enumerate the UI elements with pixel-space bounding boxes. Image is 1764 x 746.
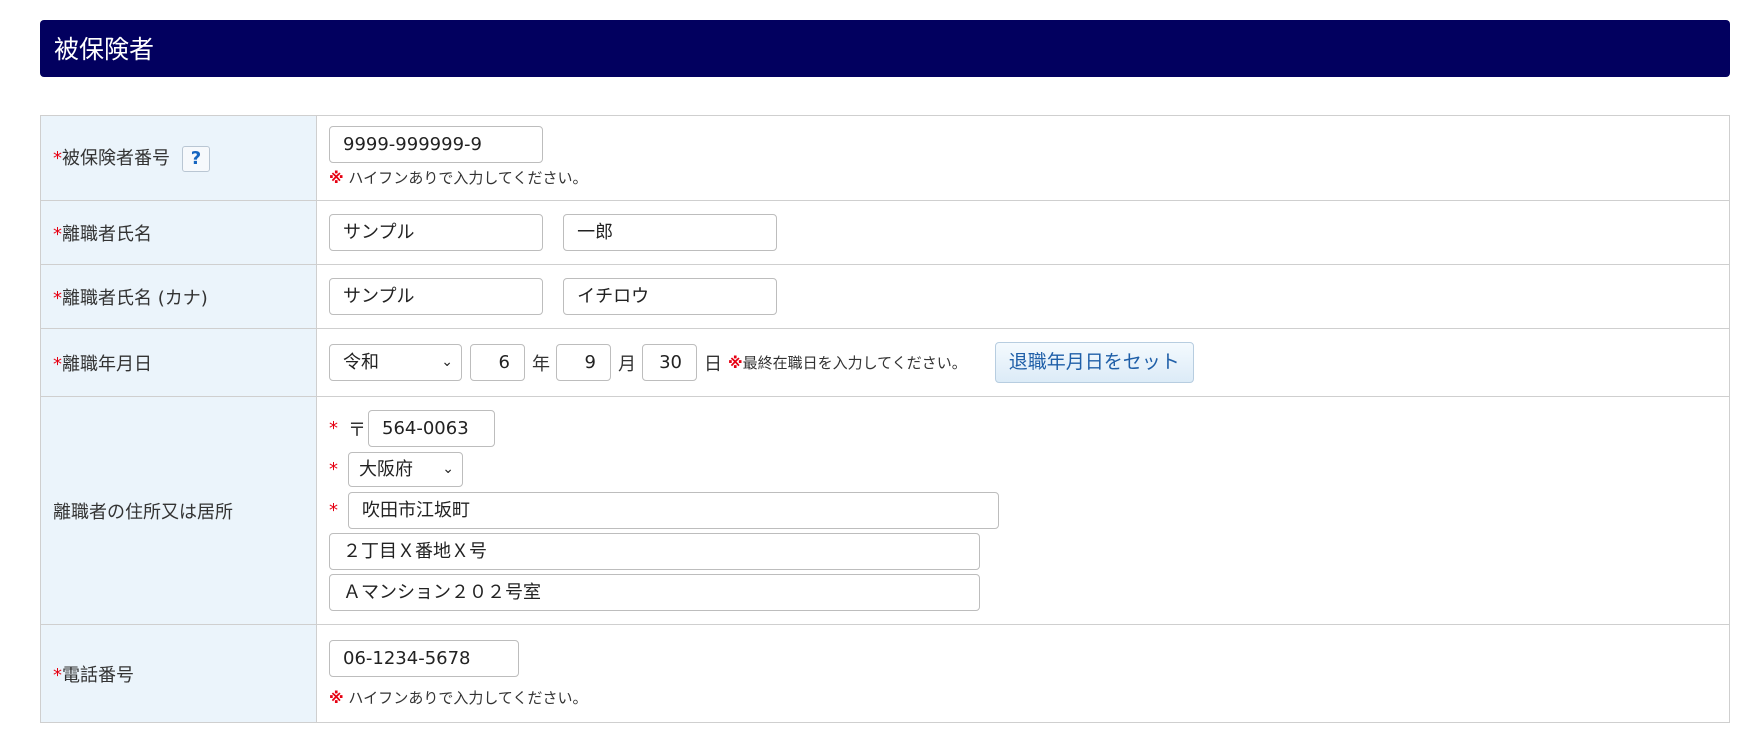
row-insured-number: *被保険者番号? 9999-999999-9 ※ ハイフンありで入力してください… bbox=[40, 115, 1730, 201]
note-mark: ※ bbox=[728, 354, 743, 372]
field-cell: * 〒 564-0063 * 大阪府 ⌄ * 吹田市江坂町 ２丁目Ｘ番地Ｘ号 Ａ… bbox=[316, 396, 1730, 625]
prefecture-select[interactable]: 大阪府 ⌄ bbox=[348, 452, 463, 487]
required-mark: * bbox=[329, 418, 338, 439]
prefecture-line: * 大阪府 ⌄ bbox=[329, 449, 1729, 490]
name-kana-label: 離職者氏名 (カナ) bbox=[62, 287, 208, 309]
field-cell: 令和 ⌄ 6 年 9 月 30 日 ※最終在職日を入力してください。 退職年月日をセット bbox=[316, 328, 1730, 397]
note-text: ハイフンありで入力してください。 bbox=[348, 688, 588, 707]
chevron-down-icon: ⌄ bbox=[442, 461, 454, 477]
label-cell: *離職者氏名 bbox=[40, 200, 317, 265]
first-name-input[interactable]: 一郎 bbox=[563, 214, 778, 251]
leave-date-note: ※最終在職日を入力してください。 bbox=[728, 354, 967, 372]
era-value: 令和 bbox=[343, 352, 379, 373]
city-input[interactable]: 吹田市江坂町 bbox=[348, 492, 999, 529]
insured-form: *被保険者番号? 9999-999999-9 ※ ハイフンありで入力してください… bbox=[40, 115, 1730, 723]
required-mark: * bbox=[329, 459, 338, 480]
phone-input[interactable]: 06-1234-5678 bbox=[329, 639, 519, 677]
era-select[interactable]: 令和 ⌄ bbox=[329, 344, 462, 381]
phone-label: 電話番号 bbox=[62, 664, 134, 686]
insured-number-input[interactable]: 9999-999999-9 bbox=[329, 126, 543, 163]
day-input[interactable]: 30 bbox=[642, 344, 697, 381]
leave-date-label: 離職年月日 bbox=[62, 353, 152, 375]
insured-number-note: ※ ハイフンありで入力してください。 bbox=[329, 167, 1729, 188]
required-mark: * bbox=[53, 148, 62, 169]
month-input[interactable]: 9 bbox=[556, 344, 611, 381]
section-header: 被保険者 bbox=[40, 20, 1730, 77]
required-mark: * bbox=[53, 287, 62, 309]
address-label: 離職者の住所又は居所 bbox=[53, 501, 233, 523]
row-name: *離職者氏名 サンプル 一郎 bbox=[40, 200, 1730, 265]
zip-input[interactable]: 564-0063 bbox=[368, 410, 495, 447]
address-line2-input[interactable]: Ａマンション２０２号室 bbox=[329, 574, 980, 611]
last-name-kana-input[interactable]: サンプル bbox=[329, 278, 543, 315]
set-leave-date-button[interactable]: 退職年月日をセット bbox=[994, 342, 1194, 383]
label-cell: *離職者氏名 (カナ) bbox=[40, 264, 317, 329]
year-input[interactable]: 6 bbox=[470, 344, 525, 381]
help-icon[interactable]: ? bbox=[182, 146, 210, 172]
address-line1-input[interactable]: ２丁目Ｘ番地Ｘ号 bbox=[329, 533, 980, 570]
field-cell: サンプル 一郎 bbox=[316, 200, 1730, 265]
prefecture-value: 大阪府 bbox=[359, 459, 413, 480]
required-mark: * bbox=[53, 223, 62, 245]
row-phone: *電話番号 06-1234-5678 ※ ハイフンありで入力してください。 bbox=[40, 624, 1730, 723]
required-mark: * bbox=[53, 664, 62, 686]
phone-note: ※ ハイフンありで入力してください。 bbox=[329, 687, 1729, 708]
field-cell: サンプル イチロウ bbox=[316, 264, 1730, 329]
month-unit: 月 bbox=[618, 353, 636, 375]
label-cell: 離職者の住所又は居所 bbox=[40, 396, 317, 625]
last-name-input[interactable]: サンプル bbox=[329, 214, 543, 251]
label-cell: *離職年月日 bbox=[40, 328, 317, 397]
insured-number-label: 被保険者番号 bbox=[62, 148, 170, 169]
row-name-kana: *離職者氏名 (カナ) サンプル イチロウ bbox=[40, 264, 1730, 329]
note-mark: ※ bbox=[329, 688, 344, 707]
address-line1: ２丁目Ｘ番地Ｘ号 bbox=[329, 531, 1729, 572]
required-mark: * bbox=[53, 353, 62, 375]
note-text: ハイフンありで入力してください。 bbox=[348, 169, 588, 187]
city-line: * 吹田市江坂町 bbox=[329, 490, 1729, 531]
field-cell: 9999-999999-9 ※ ハイフンありで入力してください。 bbox=[316, 115, 1730, 201]
required-mark: * bbox=[329, 500, 338, 521]
row-leave-date: *離職年月日 令和 ⌄ 6 年 9 月 30 日 ※最終在職日を入力してください。 退職年月日… bbox=[40, 328, 1730, 397]
first-name-kana-input[interactable]: イチロウ bbox=[563, 278, 778, 315]
zip-line: * 〒 564-0063 bbox=[329, 408, 1729, 449]
chevron-down-icon: ⌄ bbox=[441, 354, 453, 370]
label-cell: *電話番号 bbox=[40, 624, 317, 723]
name-label: 離職者氏名 bbox=[62, 223, 152, 245]
day-unit: 日 bbox=[704, 353, 722, 375]
field-cell: 06-1234-5678 ※ ハイフンありで入力してください。 bbox=[316, 624, 1730, 723]
year-unit: 年 bbox=[532, 353, 550, 375]
row-address: 離職者の住所又は居所 * 〒 564-0063 * 大阪府 ⌄ * 吹田市江坂町… bbox=[40, 396, 1730, 625]
note-text: 最終在職日を入力してください。 bbox=[742, 354, 967, 372]
postal-mark: 〒 bbox=[348, 419, 366, 441]
label-cell: *被保険者番号? bbox=[40, 115, 317, 201]
section-title: 被保険者 bbox=[54, 35, 155, 64]
note-mark: ※ bbox=[329, 169, 344, 187]
address-line2: Ａマンション２０２号室 bbox=[329, 572, 1729, 613]
